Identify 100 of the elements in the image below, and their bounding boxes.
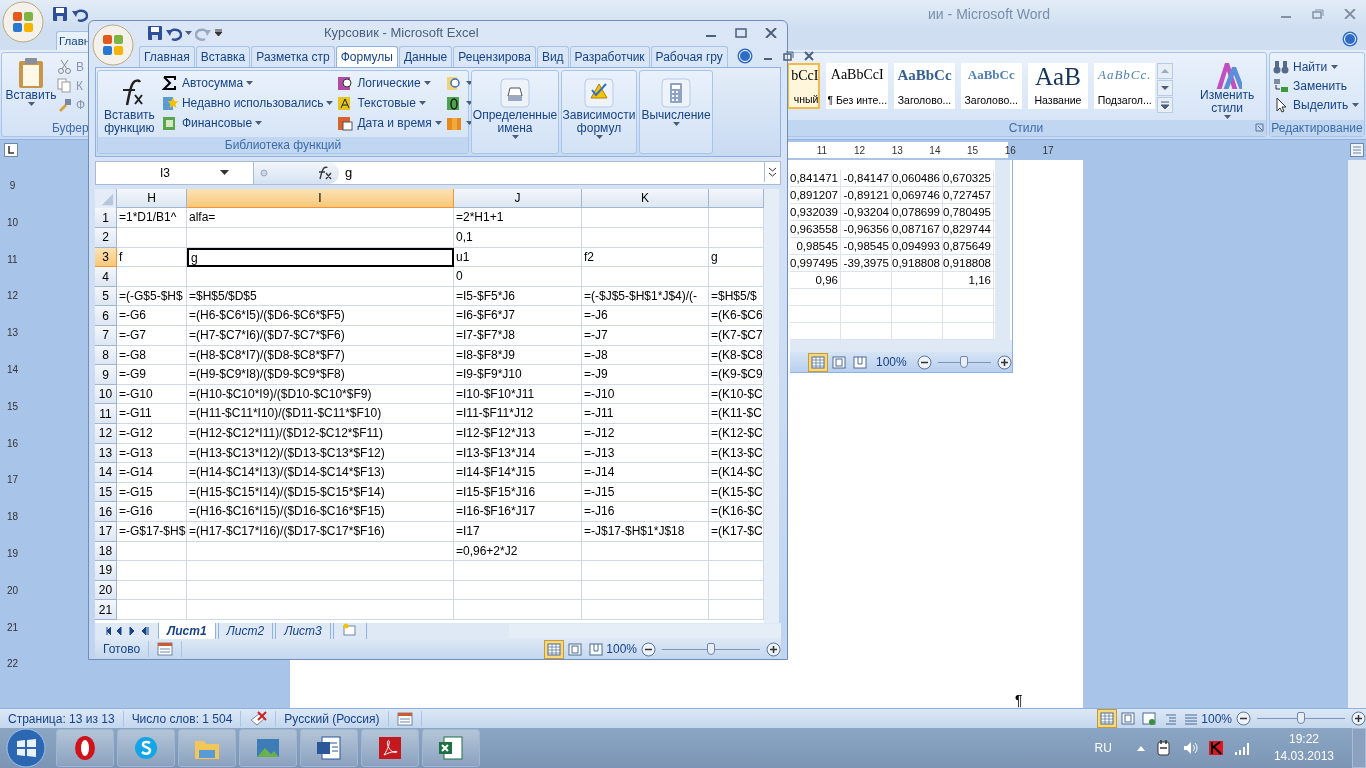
taskbar-button[interactable]: [422, 729, 480, 767]
table-cell[interactable]: =2*H1+1: [454, 208, 582, 229]
table-cell[interactable]: =-G10: [117, 384, 187, 405]
table-cell[interactable]: [117, 561, 187, 581]
ribbon-tab[interactable]: Разметка стр: [251, 45, 335, 67]
ribbon-tab[interactable]: Рецензирова: [453, 45, 536, 67]
close-icon[interactable]: [803, 50, 814, 61]
taskbar-button[interactable]: [56, 729, 114, 767]
table-cell[interactable]: [582, 600, 709, 620]
table-cell[interactable]: =I10-$F10*J11: [454, 384, 582, 405]
table-cell[interactable]: =(H16-$C16*I15)/($D16-$C16*$F15): [187, 502, 454, 522]
scrollbar[interactable]: [790, 340, 1012, 352]
volume-icon[interactable]: [1181, 740, 1198, 756]
table-cell[interactable]: =-G14: [117, 463, 187, 483]
normal-view-icon[interactable]: [1097, 709, 1118, 728]
insert-function-button[interactable]: Вставить функцию: [101, 72, 158, 137]
insert-sheet-icon[interactable]: [341, 622, 358, 636]
scrollbar[interactable]: [764, 188, 779, 624]
table-cell[interactable]: [117, 267, 187, 287]
next-sheet-icon[interactable]: [127, 626, 137, 637]
office-button[interactable]: [92, 24, 134, 66]
office-button[interactable]: [2, 1, 44, 43]
table-cell[interactable]: [187, 228, 454, 248]
dialog-launcher-icon[interactable]: [1255, 123, 1264, 132]
table-cell[interactable]: =(H8-$C8*I7)/($D8-$C8*$F7): [187, 345, 454, 366]
zoom-in-icon[interactable]: [997, 354, 1012, 370]
table-cell[interactable]: =-J15: [582, 482, 709, 503]
table-cell[interactable]: =I7-$F7*J8: [454, 326, 582, 346]
table-cell[interactable]: [187, 600, 454, 620]
table-cell[interactable]: [582, 208, 709, 229]
table-cell[interactable]: [187, 541, 454, 562]
more-icon[interactable]: [1157, 97, 1174, 113]
table-cell[interactable]: [582, 561, 709, 581]
row-header[interactable]: 19: [95, 561, 117, 581]
page-count[interactable]: Страница: 13 из 13: [0, 710, 124, 727]
help-icon[interactable]: [736, 47, 753, 64]
table-cell[interactable]: =I6-$F6*J7: [454, 306, 582, 326]
style-item[interactable]: AaB Название: [1027, 63, 1089, 109]
function-menu-button[interactable]: [445, 94, 473, 112]
zoom-out-icon[interactable]: [641, 641, 656, 657]
signal-icon[interactable]: [1233, 741, 1252, 755]
style-item[interactable]: AaBbCcI ¶ Без инте...: [826, 63, 889, 109]
row-header[interactable]: 4: [95, 267, 117, 287]
table-cell[interactable]: g: [187, 247, 454, 268]
row-header[interactable]: 1: [95, 208, 117, 229]
function-menu-button[interactable]: Текстовые: [337, 94, 442, 112]
row-header[interactable]: 11: [95, 404, 117, 424]
close-icon[interactable]: [765, 27, 777, 38]
table-cell[interactable]: [454, 561, 582, 581]
table-cell[interactable]: =(H11-$C11*I10)/($D11-$C11*$F10): [187, 404, 454, 424]
table-cell[interactable]: =(-$J$5-$H$1*J$4)/(-: [582, 286, 709, 307]
zoom-in-icon[interactable]: [1351, 711, 1366, 726]
table-cell[interactable]: =I15-$F15*J16: [454, 482, 582, 503]
formula-bar[interactable]: g: [339, 161, 764, 184]
select-all-icon[interactable]: [95, 188, 117, 209]
table-cell[interactable]: f: [117, 247, 187, 268]
word-count[interactable]: Число слов: 1 504: [123, 710, 242, 727]
function-menu-button[interactable]: Финансовые: [161, 114, 334, 132]
table-cell[interactable]: =I9-$F9*J10: [454, 365, 582, 385]
proofing-icon[interactable]: [249, 710, 268, 727]
table-cell[interactable]: alfa=: [187, 208, 454, 229]
undo-icon[interactable]: [72, 6, 88, 22]
scrollbar[interactable]: [509, 624, 781, 639]
scissors-icon[interactable]: [57, 59, 72, 74]
table-cell[interactable]: [117, 228, 187, 248]
brush-icon[interactable]: [57, 97, 72, 112]
style-item[interactable]: bCcI чный: [787, 63, 821, 109]
change-styles-button[interactable]: Изменить стили: [1183, 57, 1272, 121]
editing-button[interactable]: Найти: [1273, 59, 1360, 75]
table-cell[interactable]: =-G9: [117, 365, 187, 385]
table-cell[interactable]: =(H17-$C17*I16)/($D17-$C17*$F16): [187, 521, 454, 542]
taskbar-button[interactable]: [361, 729, 419, 767]
macro-icon[interactable]: [396, 711, 413, 726]
table-cell[interactable]: [582, 541, 709, 562]
row-header[interactable]: 2: [95, 228, 117, 248]
table-cell[interactable]: [582, 228, 709, 248]
table-cell[interactable]: =-J9: [582, 365, 709, 385]
zoom-in-icon[interactable]: [766, 641, 781, 657]
table-cell[interactable]: =(H6-$C6*I5)/($D6-$C6*$F5): [187, 306, 454, 326]
table-cell[interactable]: 0,1: [454, 228, 582, 248]
table-cell[interactable]: =(H10-$C10*I9)/($D10-$C10*$F9): [187, 384, 454, 405]
ribbon-tab[interactable]: Рабочая гру: [650, 45, 728, 67]
table-cell[interactable]: =(H13-$C13*I12)/($D13-$C13*$F12): [187, 443, 454, 464]
table-cell[interactable]: [187, 267, 454, 287]
row-header[interactable]: 7: [95, 326, 117, 346]
row-header[interactable]: 13: [95, 443, 117, 464]
table-cell[interactable]: =I13-$F13*J14: [454, 443, 582, 464]
ribbon-tab[interactable]: Главная: [139, 45, 195, 67]
table-cell[interactable]: =-G8: [117, 345, 187, 366]
restore-icon[interactable]: [782, 50, 794, 61]
column-header[interactable]: [709, 188, 764, 209]
table-cell[interactable]: =I16-$F16*J17: [454, 502, 582, 522]
table-cell[interactable]: [454, 600, 582, 620]
table-cell[interactable]: =I14-$F14*J15: [454, 463, 582, 483]
table-cell[interactable]: =-J16: [582, 502, 709, 522]
copy-icon[interactable]: [57, 78, 72, 93]
function-menu-button[interactable]: Дата и время: [337, 114, 442, 132]
editing-button[interactable]: Заменить: [1273, 78, 1360, 94]
row-header[interactable]: 5: [95, 286, 117, 307]
table-cell[interactable]: =-G16: [117, 502, 187, 522]
